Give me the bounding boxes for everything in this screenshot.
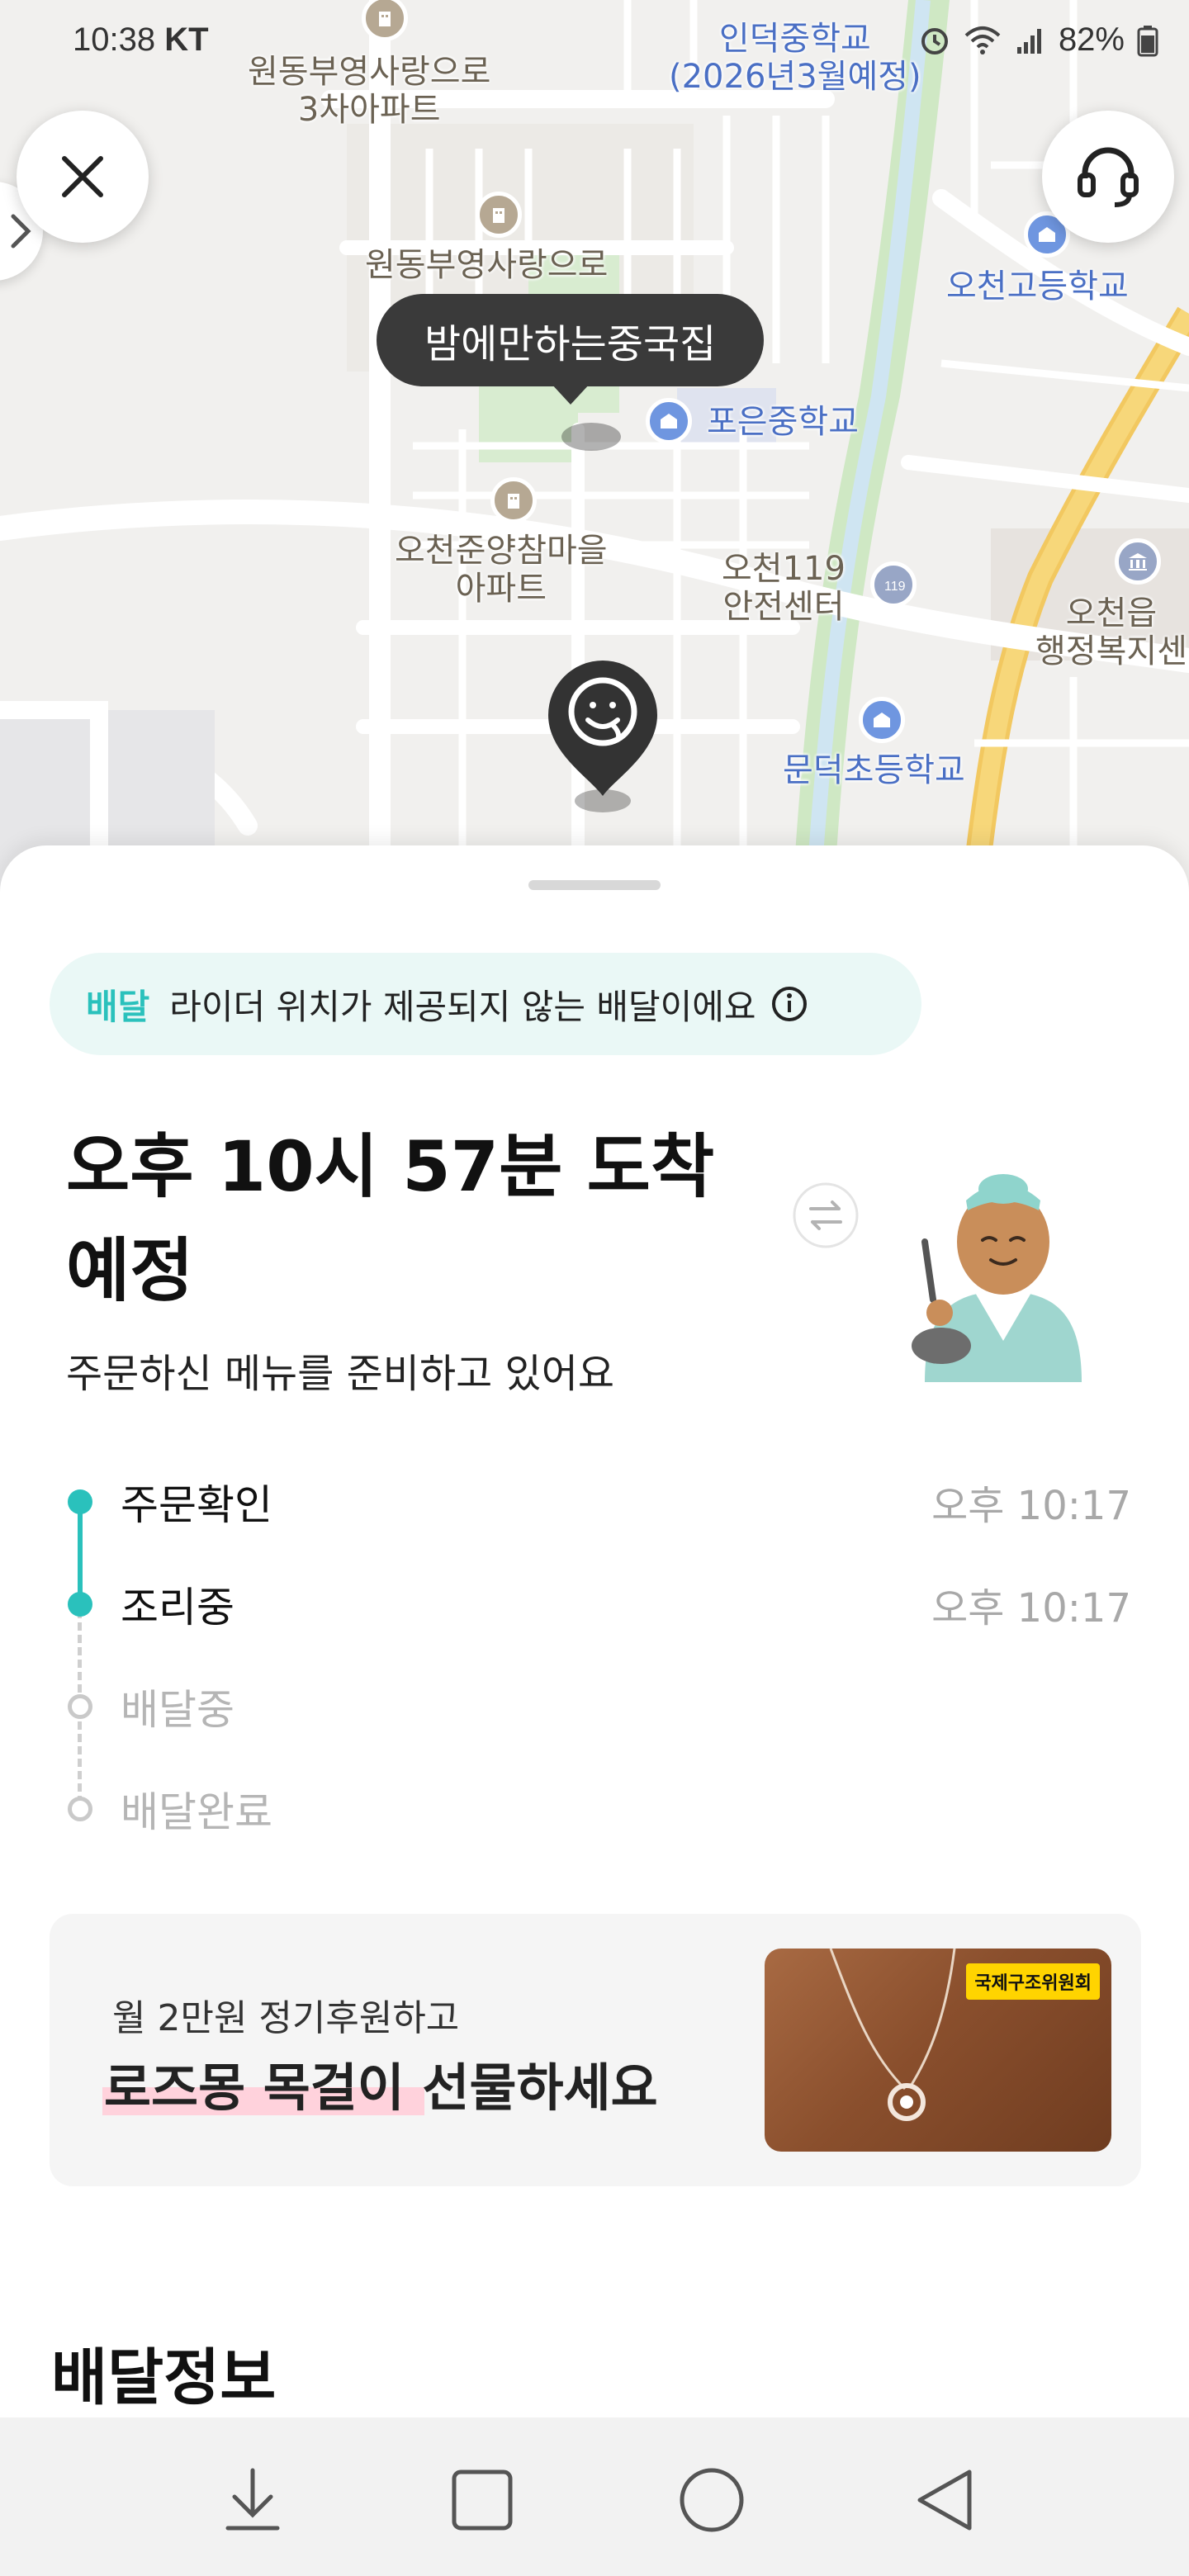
headset-icon — [1078, 147, 1139, 207]
sheet-drag-handle[interactable] — [528, 880, 661, 890]
banner-title-highlight: 로즈몽 목걸이 — [104, 2057, 405, 2118]
order-progress-timeline: 주문확인 오후 10:17 조리중 오후 10:17 배달중 배달완료 — [58, 1473, 1131, 1869]
nav-recent-apps-button[interactable] — [441, 2459, 523, 2541]
nav-circle-icon — [680, 2468, 744, 2532]
nav-back-icon — [917, 2469, 972, 2531]
map-label-government-office: 오천읍 행정복지센 — [1035, 594, 1187, 670]
step-dot — [68, 1489, 92, 1514]
necklace-product-image: 국제구조위원회 — [765, 1949, 1111, 2152]
alarm-icon — [921, 27, 948, 54]
swap-icon — [793, 1182, 859, 1248]
nav-square-icon — [452, 2469, 513, 2531]
banner-subtitle: 월 2만원 정기후원하고 — [112, 1997, 460, 2039]
apartment-poi-icon — [476, 192, 522, 238]
customer-support-button[interactable] — [1042, 111, 1174, 243]
government-poi-icon — [1115, 538, 1161, 585]
progress-step: 주문확인 오후 10:17 — [58, 1473, 1131, 1531]
nav-download-button[interactable] — [211, 2459, 294, 2541]
map-label-apartment: 오천준양참마을 아파트 — [395, 532, 608, 608]
map-label-apartment: 원동부영사랑으로 — [365, 246, 609, 284]
donation-ad-banner[interactable]: 월 2만원 정기후원하고 로즈몽 목걸이 선물하세요 국제구조위원회 — [50, 1914, 1141, 2186]
map-label-school: 오천고등학교 — [946, 268, 1129, 305]
delivery-info-section-title: 배달정보 — [51, 2342, 277, 2413]
step-time: 오후 10:17 — [931, 1483, 1131, 1529]
chevron-right-icon — [11, 214, 31, 249]
info-icon[interactable] — [770, 984, 809, 1024]
status-time: 10:38 KT — [73, 21, 209, 58]
progress-step: 배달완료 — [58, 1780, 1131, 1838]
battery-percent: 82% — [1058, 21, 1125, 58]
step-label: 조리중 — [121, 1584, 234, 1631]
chef-illustration — [912, 1174, 1082, 1382]
svg-text:119: 119 — [884, 580, 905, 594]
map-label-fire-station: 오천119 안전센터 — [722, 550, 846, 626]
signal-icon — [1016, 28, 1041, 54]
progress-step: 조리중 오후 10:17 — [58, 1575, 1131, 1633]
step-dot — [68, 1797, 92, 1821]
status-icons: 82% — [918, 21, 1159, 59]
map-label-school: 문덕초등학교 — [783, 751, 965, 789]
progress-step: 배달중 — [58, 1678, 1131, 1735]
nav-home-button[interactable] — [670, 2459, 753, 2541]
step-label: 배달완료 — [121, 1788, 272, 1836]
school-poi-icon — [859, 697, 905, 743]
map-label-school: 포은중학교 — [707, 403, 859, 441]
close-button[interactable] — [17, 111, 149, 243]
destination-pin-icon — [548, 661, 657, 812]
close-icon — [62, 156, 103, 197]
nav-download-icon — [225, 2468, 280, 2531]
step-time: 오후 10:17 — [931, 1585, 1131, 1631]
step-dot — [68, 1694, 92, 1719]
banner-title: 로즈몽 목걸이 선물하세요 — [104, 2046, 658, 2120]
banner-title-rest: 선물하세요 — [404, 2057, 658, 2118]
eta-title: 오후 10시 57분 도착 예정 — [66, 1126, 715, 1311]
step-dot — [68, 1592, 92, 1617]
battery-icon — [1137, 25, 1158, 56]
fire-station-poi-icon: 119 — [870, 561, 917, 608]
status-bar: 10:38 KT 82% — [0, 0, 1189, 83]
order-status-sheet: 배달 라이더 위치가 제공되지 않는 배달이에요 오후 10시 57분 도착 예… — [0, 845, 1189, 2576]
store-location-marker — [561, 423, 621, 451]
necklace-icon — [829, 1949, 956, 2121]
wifi-icon — [964, 26, 1001, 54]
notice-text: 라이더 위치가 제공되지 않는 배달이에요 — [169, 986, 756, 1027]
rider-location-notice[interactable]: 배달 라이더 위치가 제공되지 않는 배달이에요 — [50, 953, 921, 1055]
swap-button[interactable] — [791, 1181, 860, 1250]
store-name-bubble[interactable]: 밤에만하는중국집 — [377, 294, 765, 405]
step-label: 주문확인 — [121, 1481, 272, 1529]
delivery-tag: 배달 — [86, 986, 150, 1027]
map-view[interactable]: 119 원동부영사랑으로 3차아파트 원동부영사랑으로 오천준양참마을 아파트 인덕… — [0, 0, 1189, 892]
step-label: 배달중 — [121, 1686, 234, 1734]
eta-subtitle: 주문하신 메뉴를 준비하고 있어요 — [66, 1351, 615, 1397]
school-poi-icon — [646, 398, 692, 444]
system-navigation-bar — [0, 2417, 1189, 2576]
apartment-poi-icon — [490, 477, 537, 523]
nav-back-button[interactable] — [903, 2459, 986, 2541]
